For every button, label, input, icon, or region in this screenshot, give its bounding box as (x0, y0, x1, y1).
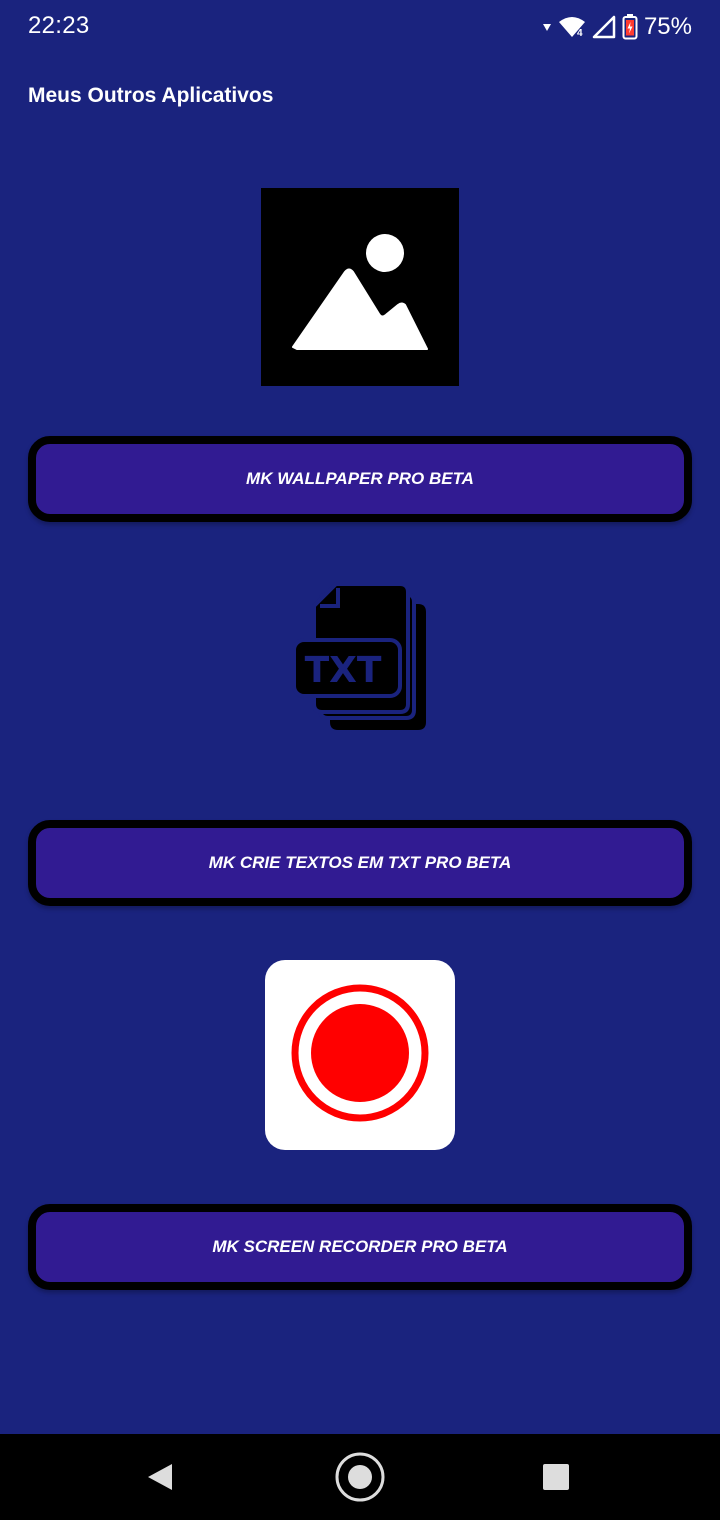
back-icon[interactable] (120, 1434, 200, 1520)
record-icon[interactable] (265, 960, 455, 1150)
signal-icon (592, 15, 616, 39)
txt-file-icon[interactable]: TXT (290, 580, 430, 732)
screen-recorder-app-button[interactable]: MK SCREEN RECORDER PRO BETA (28, 1204, 692, 1290)
wifi-icon: 4 (558, 16, 586, 38)
recents-icon[interactable] (516, 1434, 596, 1520)
status-bar: 22:23 4 75% (0, 0, 720, 54)
status-time: 22:23 (28, 12, 90, 39)
battery-percent: 75% (643, 13, 692, 40)
page-title: Meus Outros Aplicativos (28, 84, 274, 107)
home-icon[interactable] (320, 1434, 400, 1520)
data-arrow-icon (542, 22, 552, 32)
battery-icon (622, 14, 638, 40)
svg-text:4: 4 (577, 28, 583, 38)
navigation-bar (0, 1434, 720, 1520)
status-icons: 4 75% (542, 12, 692, 42)
svg-text:TXT: TXT (305, 650, 382, 691)
txt-app-button[interactable]: MK CRIE TEXTOS EM TXT PRO BETA (28, 820, 692, 906)
wallpaper-app-button[interactable]: MK WALLPAPER PRO BETA (28, 436, 692, 522)
image-placeholder-icon[interactable] (261, 188, 459, 386)
